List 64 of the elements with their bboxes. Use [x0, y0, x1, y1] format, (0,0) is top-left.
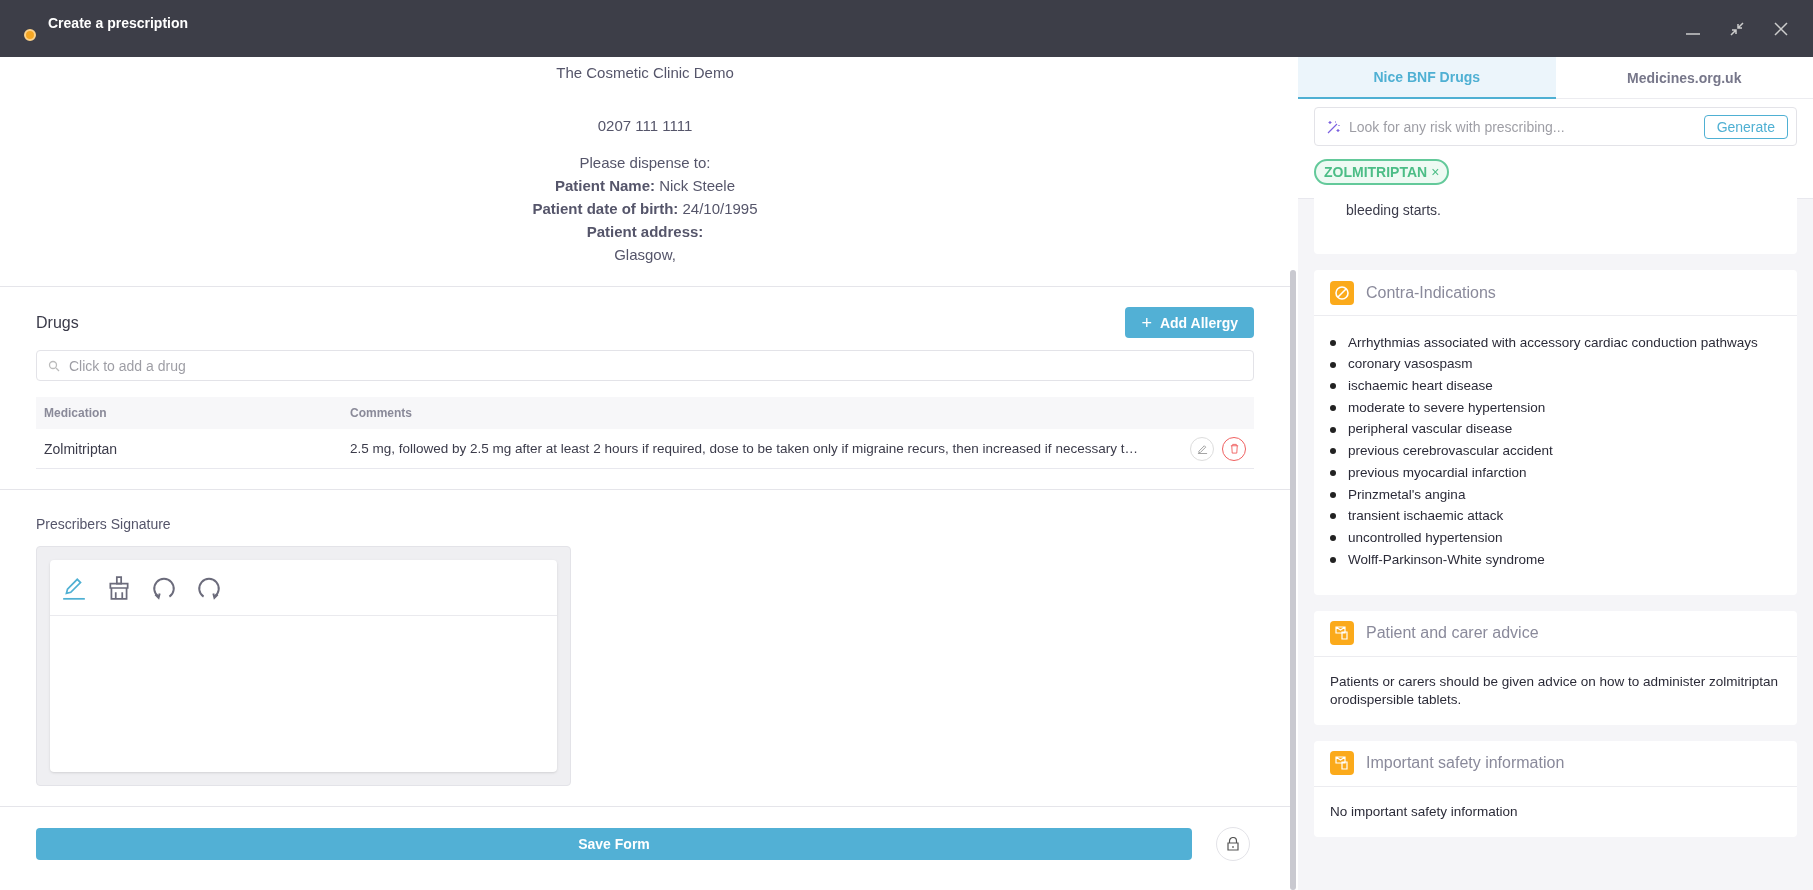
patient-detail: Patient date of birth: 24/10/1995 — [532, 199, 758, 219]
bullet-icon — [1330, 535, 1336, 542]
risk-search-input[interactable]: Look for any risk with prescribing... — [1349, 116, 1696, 137]
lock-icon — [1226, 837, 1240, 851]
table-cell-text: Zolmitriptan — [43, 439, 119, 459]
document-icon — [1330, 621, 1354, 646]
column-header: Medication — [43, 405, 108, 421]
contra-indication: ischaemic heart disease — [1348, 377, 1493, 396]
signature-label: Prescribers Signature — [36, 515, 172, 534]
bullet-icon — [1330, 404, 1336, 411]
document-icon — [1330, 751, 1354, 776]
save-form-button[interactable]: Save Form — [36, 828, 1192, 860]
remove-chip-button[interactable]: × — [1431, 162, 1440, 182]
add-allergy-button[interactable]: + Add Allergy — [1125, 307, 1254, 338]
contra-indication: previous cerebrovascular accident — [1348, 442, 1553, 461]
dispense-label: Please dispense to: — [579, 153, 711, 173]
card-text: Patients or carers should be given advice on how to administer zolmitriptan orodispersible tablets. — [1329, 672, 1779, 709]
scrollbar-thumb[interactable] — [1290, 270, 1296, 890]
bullet-icon — [1330, 426, 1336, 433]
patient-detail: Patient Name: Nick Steele — [554, 176, 736, 196]
clinic-name: The Cosmetic Clinic Demo — [556, 63, 734, 83]
contra-indication: transient ischaemic attack — [1348, 507, 1504, 526]
risk-search-field[interactable]: Look for any risk with prescribing... Generate — [1314, 107, 1797, 146]
card-title: Contra-Indications — [1366, 282, 1496, 303]
contra-indication: peripheral vascular disease — [1348, 420, 1513, 439]
phone-number: 0207 111 1111 — [597, 116, 693, 136]
card-text: No important safety information — [1329, 802, 1519, 821]
drug-search-field[interactable]: Click to add a drug — [36, 350, 1254, 381]
contra-indication: Wolff-Parkinson-White syndrome — [1348, 550, 1545, 569]
bullet-icon — [1330, 469, 1336, 476]
bullet-icon — [1330, 361, 1336, 368]
bullet-icon — [1330, 513, 1336, 520]
card-title: Patient and carer advice — [1366, 623, 1539, 644]
section-title: Drugs — [36, 312, 79, 333]
contra-indication: Arrhythmias associated with accessory cardiac conduction pathways — [1348, 333, 1758, 352]
search-icon — [48, 360, 60, 372]
contra-indication: Prinzmetal's angina — [1348, 485, 1466, 504]
bullet-icon — [1330, 339, 1336, 346]
trash-icon — [1228, 443, 1240, 454]
panel-tab[interactable]: Nice BNF Drugs — [1298, 57, 1556, 99]
broom-icon[interactable] — [106, 574, 132, 601]
drug-chip[interactable]: ZOLMITRIPTAN × — [1314, 159, 1450, 185]
generate-button[interactable]: Generate — [1703, 114, 1788, 139]
contra-indication: coronary vasospasm — [1348, 355, 1473, 374]
pencil-icon — [1196, 443, 1208, 454]
contra-indication: uncontrolled hypertension — [1348, 528, 1503, 547]
table-cell-text: 2.5 mg, followed by 2.5 mg after at least 2 hours if required, dose to be taken only if migraine recurs, then increased if necessary t… — [349, 439, 1139, 458]
bullet-icon — [1330, 383, 1336, 390]
collapse-icon[interactable] — [1729, 20, 1745, 37]
no-pill-icon — [1330, 280, 1354, 305]
panel-tab[interactable]: Medicines.org.uk — [1555, 57, 1813, 99]
contra-indication: moderate to severe hypertension — [1348, 398, 1546, 417]
magic-wand-icon — [1327, 119, 1341, 134]
bullet-icon — [1330, 448, 1336, 455]
bullet-icon — [1330, 491, 1336, 498]
patient-detail: Patient address: — [586, 222, 704, 242]
contra-indication: previous myocardial infarction — [1348, 463, 1527, 482]
card-text: bleeding starts. — [1346, 202, 1441, 218]
patient-address: Glasgow, — [614, 245, 676, 265]
card-title: Important safety information — [1366, 753, 1565, 774]
close-icon[interactable] — [1773, 20, 1789, 37]
column-header: Comments — [349, 405, 413, 421]
window-title: Create a prescription — [48, 13, 189, 33]
bullet-icon — [1330, 556, 1336, 563]
